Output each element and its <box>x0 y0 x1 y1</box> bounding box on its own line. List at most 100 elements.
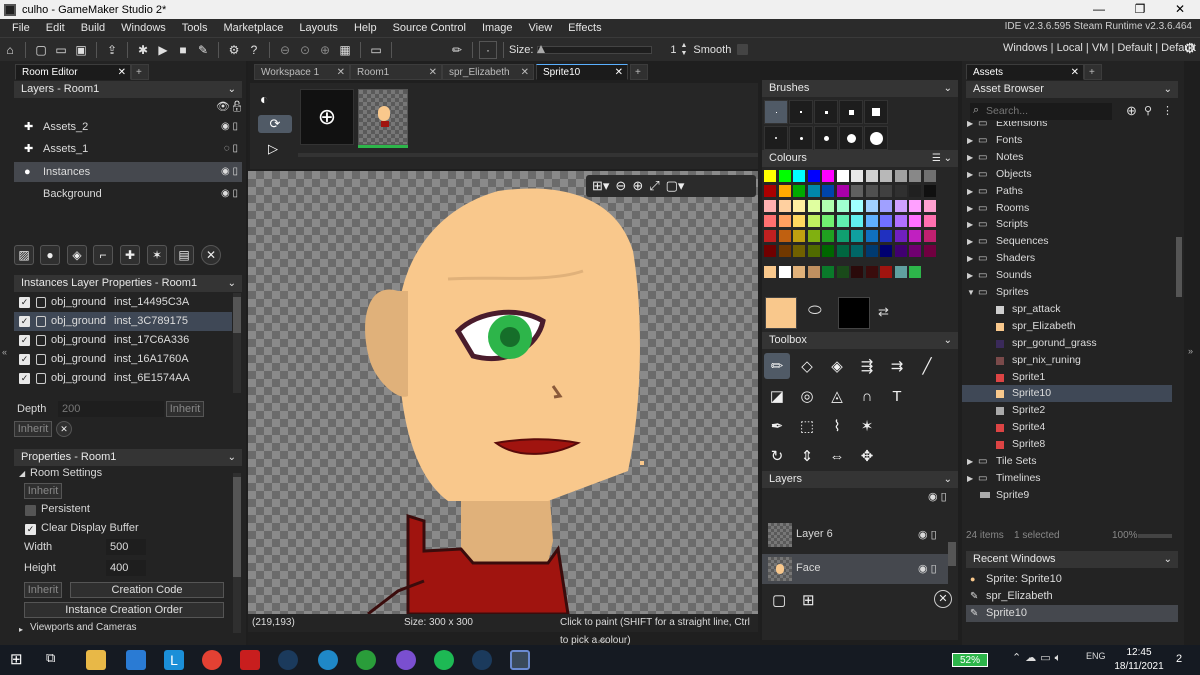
asset-item[interactable]: ▶ ▭ Objects <box>962 166 1172 183</box>
colour-swatch[interactable] <box>778 245 791 257</box>
expand-arrow-icon[interactable]: ▶ <box>967 216 973 233</box>
colour-swatch[interactable] <box>807 200 820 212</box>
colour-swatch[interactable] <box>851 200 863 212</box>
delete-layer-icon[interactable]: ✕ <box>934 590 952 608</box>
recent-item[interactable]: ● Sprite: Sprite10 <box>966 571 1178 588</box>
launcher-icon[interactable]: L <box>164 650 184 670</box>
more-icon[interactable]: ⋮ <box>1162 104 1173 117</box>
colour-swatch[interactable] <box>764 266 776 278</box>
colour-swatch[interactable] <box>793 170 805 182</box>
tab-room-editor[interactable]: Room Editor ✕ <box>15 64 131 80</box>
select-tool-icon[interactable]: ⬚ <box>794 413 820 439</box>
asset-item[interactable]: Sprite1 <box>962 369 1172 386</box>
colour-swatch[interactable] <box>909 230 921 242</box>
help-icon[interactable]: ? <box>245 41 263 59</box>
colour-swatch[interactable] <box>836 245 849 257</box>
collapse-arrow-icon[interactable]: ▼ <box>967 284 975 301</box>
expand-arrow-icon[interactable]: ▶ <box>967 183 973 200</box>
delete-layer-icon[interactable]: ✕ <box>201 245 221 265</box>
colour-swatch[interactable] <box>909 266 921 278</box>
expand-triangle-icon[interactable]: ▸ <box>19 625 23 634</box>
eyedropper-tool-icon[interactable]: ✒ <box>764 413 790 439</box>
colour-swatch[interactable] <box>894 230 907 242</box>
colour-swatch[interactable] <box>894 266 907 278</box>
expand-arrow-icon[interactable]: ▶ <box>967 267 973 284</box>
brush-option[interactable] <box>839 126 863 150</box>
colour-swatch[interactable] <box>851 230 863 242</box>
colour-swatch[interactable] <box>778 200 791 212</box>
menu-marketplace[interactable]: Marketplace <box>215 22 291 34</box>
colour-swatch[interactable] <box>822 230 834 242</box>
visibility-lock-icon[interactable]: ◉ ▯ <box>918 528 937 541</box>
colour-swatch[interactable] <box>923 200 936 212</box>
asset-item[interactable]: ▶ ▭ Scripts <box>962 216 1172 233</box>
colours-header[interactable]: Colours ☰ ⌄ <box>762 150 958 167</box>
visibility-lock-icon[interactable]: ◉ ▯ <box>221 117 238 137</box>
expand-arrow-icon[interactable]: ▶ <box>967 132 973 149</box>
expand-arrow-icon[interactable]: ▶ <box>967 121 973 132</box>
creation-inherit-button[interactable]: Inherit <box>24 582 62 598</box>
brush-option[interactable] <box>789 100 813 124</box>
tab-workspace-1[interactable]: Workspace 1 ✕ <box>254 64 350 80</box>
asset-browser-header[interactable]: Asset Browser ⌄ <box>966 81 1178 98</box>
colour-swatch[interactable] <box>822 170 834 182</box>
menu-help[interactable]: Help <box>346 22 385 34</box>
asset-item[interactable]: Sprite2 <box>962 402 1172 419</box>
ellipse-tool-icon[interactable]: ◎ <box>794 383 820 409</box>
tab-room1[interactable]: Room1 ✕ <box>350 64 442 80</box>
instance-creation-order-button[interactable]: Instance Creation Order <box>24 602 224 618</box>
visibility-lock-icon[interactable]: ◉ ▯ <box>918 562 937 575</box>
windows-start-icon[interactable]: ⊞ <box>10 650 30 670</box>
brush-stamp-tool-icon[interactable]: ⇉ <box>884 353 910 379</box>
open-icon[interactable]: ▭ <box>52 41 70 59</box>
layer-row[interactable]: ✚ Assets_1 ◌ ▯ <box>14 139 242 159</box>
grid-icon[interactable]: ▦ <box>336 41 354 59</box>
colour-swatch[interactable] <box>865 266 878 278</box>
asset-item[interactable]: spr_attack <box>962 301 1172 318</box>
add-tab-button[interactable]: + <box>630 64 648 80</box>
gamemaker-taskbar-icon[interactable] <box>510 650 530 670</box>
add-folder-icon[interactable]: ▤ <box>174 245 194 265</box>
new-layer-folder-icon[interactable]: ⊞ <box>802 591 815 609</box>
instance-checkbox[interactable]: ✓ <box>19 335 30 346</box>
height-field[interactable]: 400 <box>106 560 146 576</box>
collapse-left-icon[interactable]: « <box>2 347 7 357</box>
export-icon[interactable]: ⇪ <box>103 41 121 59</box>
colour-swatch[interactable] <box>822 200 834 212</box>
colour-swatch[interactable] <box>865 170 878 182</box>
swap-colours-icon[interactable]: ⇄ <box>878 304 889 320</box>
menu-edit[interactable]: Edit <box>38 22 73 34</box>
add-instance-layer-icon[interactable]: ● <box>40 245 60 265</box>
colour-swatch[interactable] <box>807 266 820 278</box>
expand-arrow-icon[interactable]: ▶ <box>967 453 973 470</box>
expand-arrow-icon[interactable]: ▶ <box>967 200 973 217</box>
colour-swatch[interactable] <box>923 215 936 227</box>
add-asset-icon[interactable]: ⊕ <box>1126 103 1137 119</box>
colour-swatch[interactable] <box>851 170 863 182</box>
instance-checkbox[interactable]: ✓ <box>19 316 30 327</box>
inherit-button[interactable]: Inherit <box>14 421 52 437</box>
colour-swatch[interactable] <box>923 185 936 197</box>
chrome-icon[interactable] <box>202 650 222 670</box>
asset-item[interactable]: spr_gorund_grass <box>962 335 1172 352</box>
colour-swatch[interactable] <box>764 245 776 257</box>
persistent-checkbox[interactable] <box>25 505 36 516</box>
brush-option[interactable] <box>864 126 888 150</box>
debug-icon[interactable]: ✱ <box>134 41 152 59</box>
smooth-checkbox[interactable] <box>737 44 749 55</box>
primary-colour-swatch[interactable] <box>765 297 797 329</box>
rotate-tool-icon[interactable]: ↻ <box>764 443 790 469</box>
colour-swatch[interactable] <box>764 185 776 197</box>
tab-spr-elizabeth[interactable]: spr_Elizabeth ✕ <box>442 64 534 80</box>
brush-option[interactable] <box>764 100 788 124</box>
brush-option[interactable] <box>864 100 888 124</box>
size-value[interactable]: 1 <box>652 44 676 56</box>
polygon-tool-icon[interactable]: ◬ <box>824 383 850 409</box>
colour-swatch[interactable] <box>807 245 820 257</box>
colour-swatch[interactable] <box>909 245 921 257</box>
steam-app-icon[interactable] <box>472 650 492 670</box>
text-tool-icon[interactable]: T <box>884 383 910 409</box>
layers-scrollbar[interactable] <box>948 542 956 566</box>
instance-row[interactable]: ✓ obj_ground inst_17C6A336 <box>14 331 232 350</box>
close-icon[interactable]: ✕ <box>337 65 345 81</box>
